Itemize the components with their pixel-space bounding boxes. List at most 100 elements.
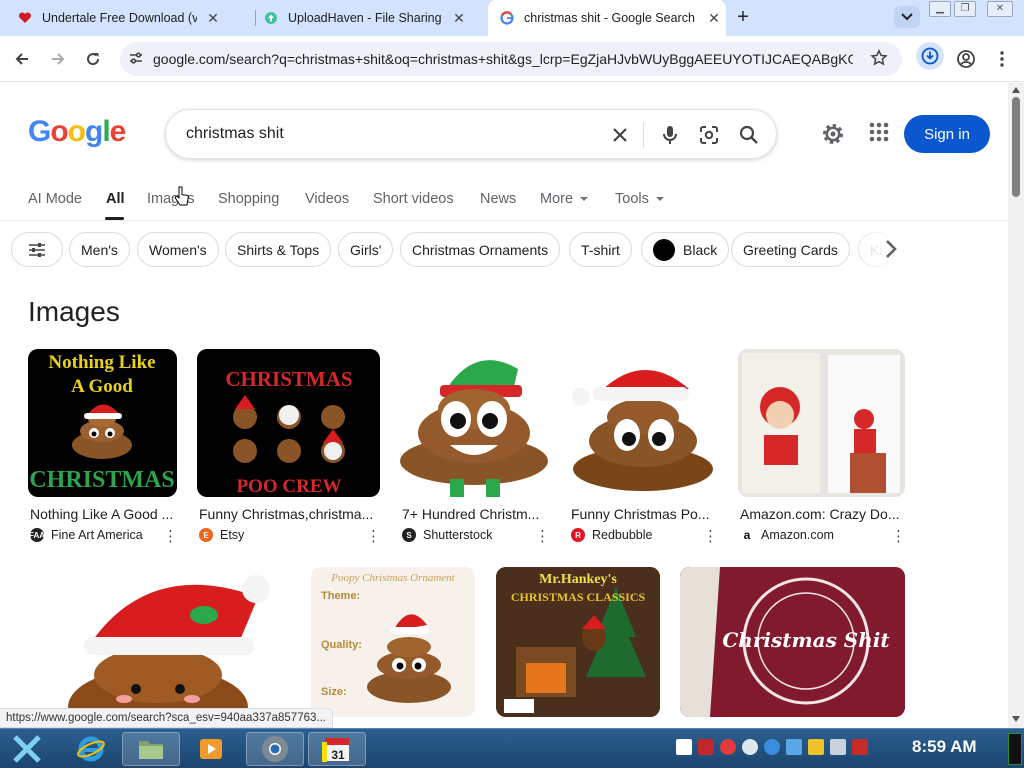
site-info-icon[interactable] <box>128 50 144 66</box>
tab-shopping[interactable]: Shopping <box>218 191 279 207</box>
google-logo[interactable]: Google <box>28 115 126 149</box>
image-result-title[interactable]: Amazon.com: Crazy Do... <box>740 506 900 522</box>
image-result-thumbnail[interactable] <box>569 349 718 497</box>
search-input[interactable]: christmas shit <box>186 125 284 143</box>
chips-scroll-right-button[interactable] <box>884 238 898 265</box>
image-result-thumbnail[interactable] <box>400 349 549 497</box>
chip-christmas-ornaments[interactable]: Christmas Ornaments <box>400 232 561 267</box>
forward-arrow-icon <box>52 53 65 65</box>
result-menu-button[interactable]: ⋮ <box>891 527 906 545</box>
chip-womens[interactable]: Women's <box>137 232 219 267</box>
image-result-thumbnail[interactable]: Nothing Like A Good CHRISTMAS <box>28 349 177 497</box>
chip-t-shirt[interactable]: T-shirt <box>569 232 632 267</box>
image-result-thumbnail[interactable]: Poopy Christmas Ornament Theme: Quality:… <box>311 567 475 717</box>
scrollbar-thumb[interactable] <box>1012 97 1020 197</box>
gear-icon <box>823 124 843 144</box>
close-window-button[interactable]: ✕ <box>987 1 1013 17</box>
close-tab-icon[interactable]: ✕ <box>451 10 467 27</box>
restore-button[interactable]: ❐ <box>954 1 976 17</box>
chevron-right-icon <box>886 240 897 258</box>
image-result-title[interactable]: Nothing Like A Good ... <box>30 506 173 522</box>
close-tab-icon[interactable]: ✕ <box>205 10 221 27</box>
downloads-button[interactable] <box>916 42 944 70</box>
image-result-source[interactable]: R Redbubble <box>571 528 652 542</box>
image-result-title[interactable]: Funny Christmas Po... <box>571 506 710 522</box>
hand-cursor-icon <box>174 186 190 206</box>
tab-google-search[interactable]: christmas shit - Google Search ✕ <box>488 0 726 36</box>
bookmark-star-icon[interactable] <box>870 49 888 67</box>
result-menu-button[interactable]: ⋮ <box>703 527 718 545</box>
scroll-up-arrow-icon[interactable] <box>1012 87 1020 93</box>
taskbar-file-manager[interactable] <box>122 732 180 766</box>
display-icon[interactable] <box>786 739 802 755</box>
image-result-thumbnail[interactable]: Christmas Shit <box>680 567 905 717</box>
chip-mens[interactable]: Men's <box>69 232 130 267</box>
new-tab-button[interactable]: + <box>732 6 754 28</box>
chip-black[interactable]: Black <box>641 232 730 267</box>
chip-shirts-tops[interactable]: Shirts & Tops <box>225 232 332 267</box>
close-tab-icon[interactable]: ✕ <box>706 10 722 27</box>
clear-search-button[interactable] <box>608 123 632 147</box>
tab-ai-mode[interactable]: AI Mode <box>28 191 82 207</box>
image-result-source[interactable]: a Amazon.com <box>740 528 834 542</box>
forward-button[interactable] <box>45 46 71 72</box>
minimize-button[interactable]: ▁ <box>929 1 951 17</box>
image-result-title[interactable]: 7+ Hundred Christm... <box>402 506 539 522</box>
tab-short-videos[interactable]: Short videos <box>373 191 454 207</box>
chip-greeting-cards[interactable]: Greeting Cards <box>731 232 850 267</box>
battery-indicator[interactable] <box>1008 733 1022 765</box>
puzzle-icon[interactable] <box>808 739 824 755</box>
taskbar-calendar-app[interactable]: 31 <box>308 732 366 766</box>
system-clock[interactable]: 8:59 AM <box>912 737 977 757</box>
shield-icon[interactable] <box>720 739 736 755</box>
tab-news[interactable]: News <box>480 191 516 207</box>
chip-girls[interactable]: Girls' <box>338 232 394 267</box>
reload-button[interactable] <box>80 46 106 72</box>
image-text-title: Mr.Hankey's <box>539 572 617 587</box>
result-menu-button[interactable]: ⋮ <box>535 527 550 545</box>
lav-audio-icon[interactable] <box>698 739 714 755</box>
image-result-thumbnail[interactable] <box>738 349 905 497</box>
browser-menu-button[interactable] <box>989 46 1015 72</box>
image-result-source[interactable]: FAA Fine Art America <box>29 528 143 542</box>
search-box[interactable]: christmas shit <box>165 109 777 159</box>
source-name: Etsy <box>220 528 245 542</box>
sign-in-button[interactable]: Sign in <box>904 115 990 153</box>
scroll-down-arrow-icon[interactable] <box>1012 716 1020 722</box>
tab-search-button[interactable] <box>894 6 920 28</box>
settings-button[interactable] <box>820 121 846 152</box>
tab-undertale[interactable]: Undertale Free Download (v1.08 ✕ <box>18 0 254 36</box>
back-button[interactable] <box>9 46 35 72</box>
image-result-thumbnail[interactable]: CHRISTMAS POO CREW <box>197 349 380 497</box>
lav-codec-icon[interactable] <box>676 739 692 755</box>
tools-button[interactable]: Tools <box>615 191 664 207</box>
image-result-title[interactable]: Funny Christmas,christma... <box>199 506 373 522</box>
search-button[interactable] <box>737 123 761 147</box>
tab-all[interactable]: All <box>106 191 125 207</box>
tab-videos[interactable]: Videos <box>305 191 349 207</box>
result-menu-button[interactable]: ⋮ <box>366 527 381 545</box>
page-scrollbar[interactable] <box>1008 83 1024 728</box>
volume-muted-icon[interactable] <box>852 739 868 755</box>
image-result-source[interactable]: S Shutterstock <box>402 528 492 542</box>
filter-settings-chip[interactable] <box>11 232 63 267</box>
result-menu-button[interactable]: ⋮ <box>163 527 178 545</box>
lens-search-button[interactable] <box>697 123 721 147</box>
image-result-source[interactable]: E Etsy <box>199 528 244 542</box>
tab-uploadhaven[interactable]: UploadHaven - File Sharing Ma ✕ <box>264 0 486 36</box>
taskbar-internet-explorer[interactable] <box>62 732 120 766</box>
more-vert-icon <box>1000 51 1004 67</box>
info-icon[interactable] <box>764 739 780 755</box>
network-icon[interactable] <box>830 739 846 755</box>
voice-search-button[interactable] <box>658 123 682 147</box>
google-apps-button[interactable] <box>868 121 890 148</box>
image-result-thumbnail[interactable]: Mr.Hankey's CHRISTMAS CLASSICS <box>496 567 660 717</box>
taskbar-media-player[interactable] <box>182 732 240 766</box>
chat-bubble-icon[interactable] <box>742 739 758 755</box>
profile-button[interactable] <box>953 46 979 72</box>
taskbar-chrome[interactable] <box>246 732 304 766</box>
address-bar[interactable]: google.com/search?q=christmas+shit&oq=ch… <box>120 42 902 76</box>
image-result-thumbnail[interactable] <box>28 567 291 717</box>
start-button[interactable] <box>6 732 48 766</box>
tab-more[interactable]: More <box>540 191 589 207</box>
